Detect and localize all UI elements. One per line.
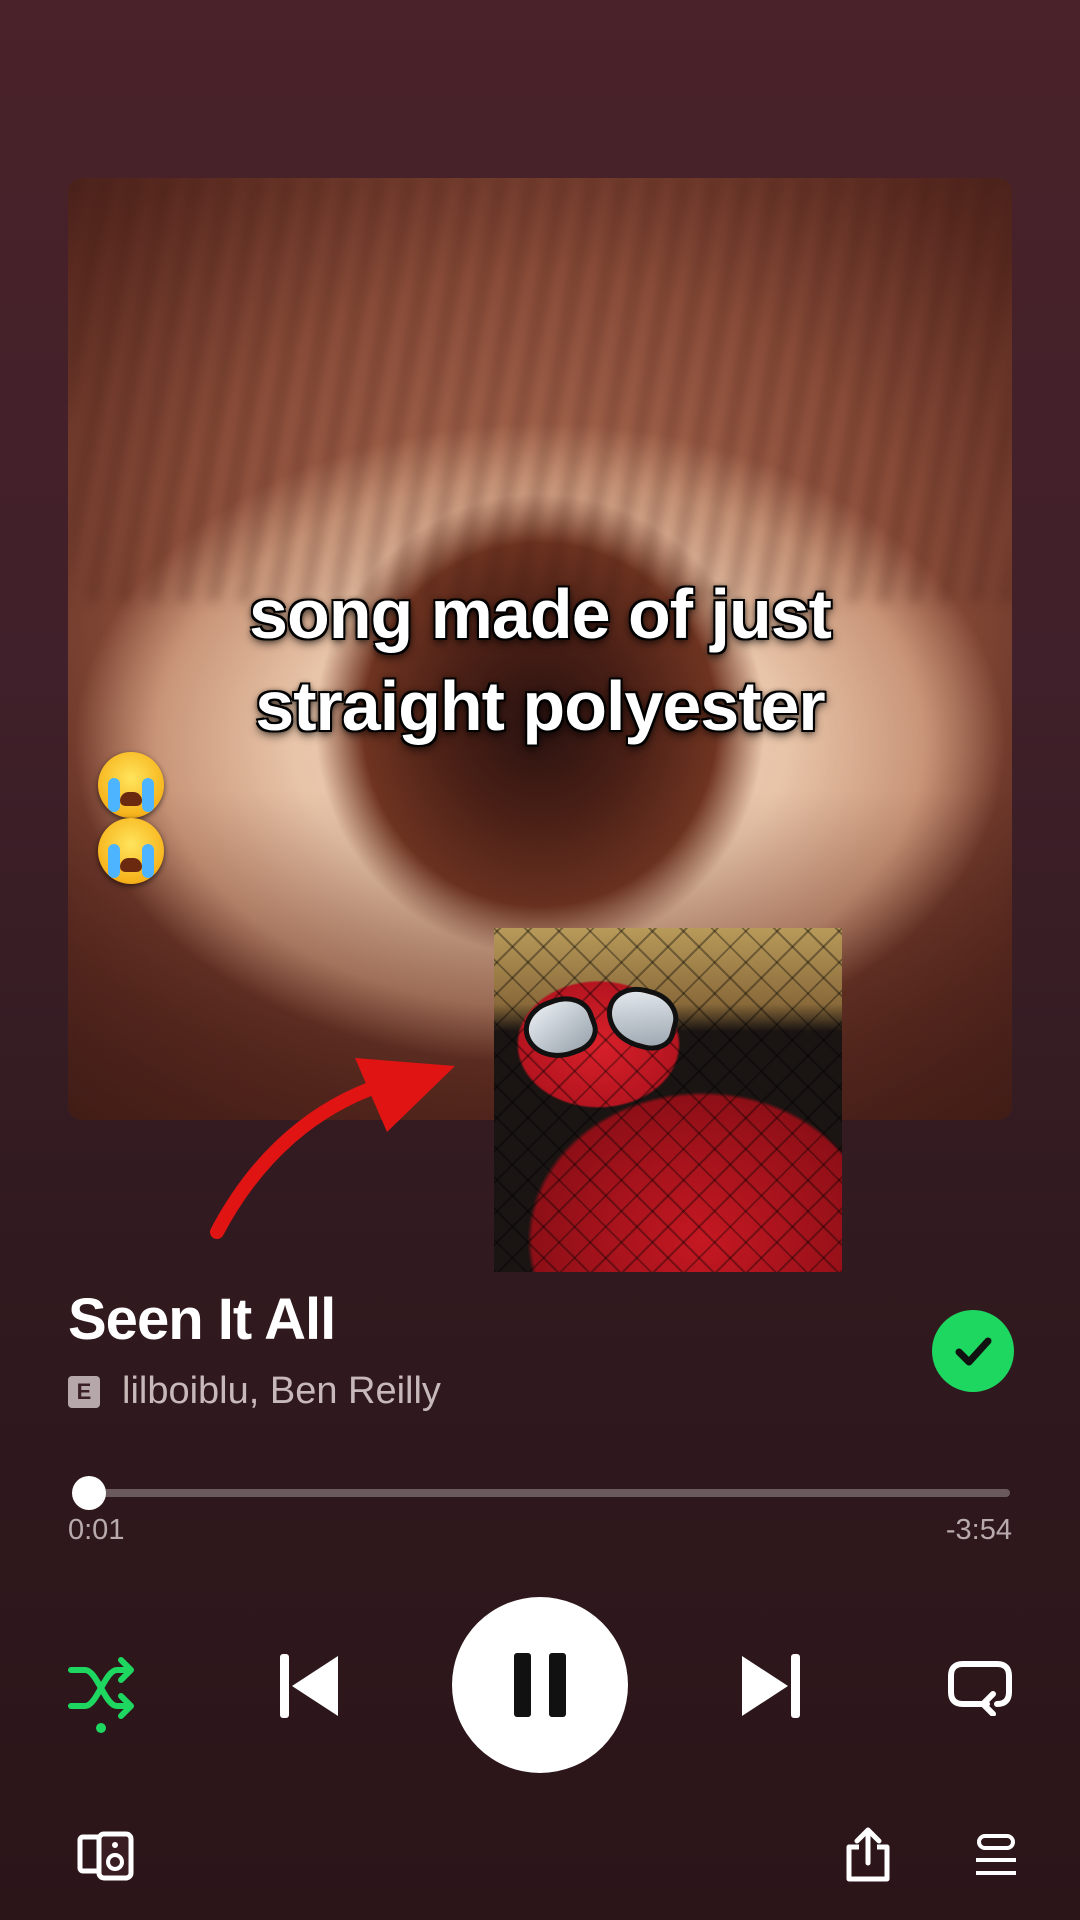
connect-devices-button[interactable] xyxy=(74,1824,138,1888)
shuffle-icon xyxy=(68,1657,134,1719)
track-artists[interactable]: lilboiblu, Ben Reilly xyxy=(122,1370,441,1413)
track-artists-row: E lilboiblu, Ben Reilly xyxy=(68,1370,441,1413)
shuffle-active-dot xyxy=(96,1723,106,1733)
repeat-icon xyxy=(948,1661,1012,1716)
explicit-badge: E xyxy=(68,1375,100,1408)
caption-line-1: song made of just xyxy=(249,575,832,653)
share-button[interactable] xyxy=(838,1822,898,1888)
pause-button[interactable] xyxy=(452,1597,628,1773)
track-title: Seen It All xyxy=(68,1287,336,1352)
red-arrow-icon xyxy=(210,1058,455,1239)
time-elapsed: 0:01 xyxy=(68,1514,125,1546)
skip-next-icon xyxy=(742,1654,800,1718)
spiderman-web-pattern xyxy=(494,928,842,1272)
liked-button[interactable] xyxy=(932,1310,1014,1392)
time-remaining: -3:54 xyxy=(945,1514,1012,1546)
queue-icon xyxy=(976,1834,1016,1875)
caption-line-2-text: straight polyester xyxy=(255,667,825,745)
shuffle-button[interactable] xyxy=(64,1650,140,1726)
crying-emoji-icon xyxy=(98,752,164,818)
previous-button[interactable] xyxy=(272,1648,348,1724)
skip-previous-icon xyxy=(280,1654,338,1718)
caption-line-2: straight polyester xyxy=(90,660,990,884)
next-button[interactable] xyxy=(732,1648,808,1724)
repeat-button[interactable] xyxy=(944,1652,1016,1724)
spiderman-overlay-image xyxy=(494,928,842,1272)
album-art-lash-shading xyxy=(68,178,1012,602)
pause-icon xyxy=(514,1653,566,1717)
progress-knob[interactable] xyxy=(71,1476,106,1510)
crying-emoji-icon xyxy=(98,818,164,884)
queue-button[interactable] xyxy=(968,1828,1024,1884)
progress-bar[interactable] xyxy=(71,1476,1010,1510)
share-icon xyxy=(846,1827,890,1882)
video-caption: song made of just straight polyester xyxy=(90,568,990,884)
connect-devices-icon xyxy=(77,1831,134,1881)
check-icon xyxy=(955,1337,992,1366)
